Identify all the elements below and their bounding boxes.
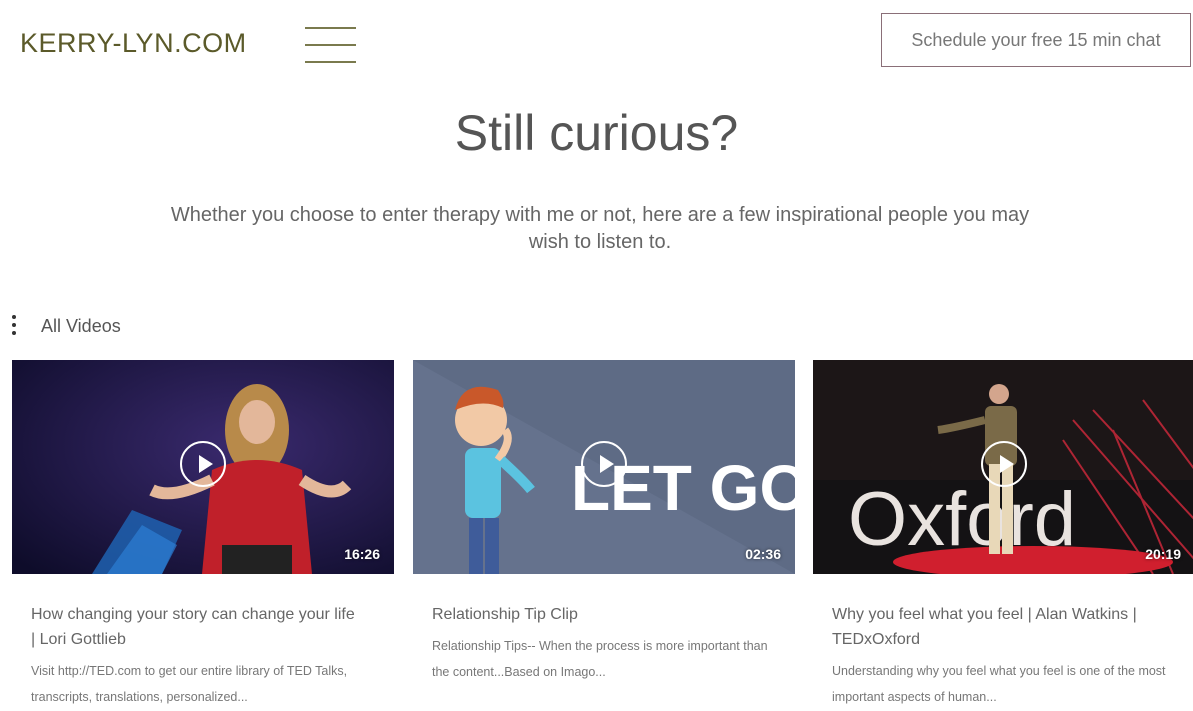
menu-icon[interactable] bbox=[305, 27, 356, 63]
video-description: Relationship Tips-- When the process is … bbox=[432, 639, 768, 679]
site-logo[interactable]: KERRY-LYN.COM bbox=[20, 28, 247, 59]
play-icon[interactable] bbox=[180, 441, 226, 487]
video-card: LET GO 02:36 Relationship Tip Clip Relat… bbox=[413, 360, 795, 685]
play-icon[interactable] bbox=[981, 441, 1027, 487]
more-options-icon[interactable] bbox=[9, 315, 19, 337]
video-card: Oxford 20:19 Why you feel what you feel … bbox=[813, 360, 1193, 710]
video-duration: 02:36 bbox=[745, 546, 781, 562]
play-icon[interactable] bbox=[581, 441, 627, 487]
video-duration: 16:26 bbox=[344, 546, 380, 562]
video-thumbnail[interactable]: 16:26 bbox=[12, 360, 394, 574]
video-thumbnail[interactable]: Oxford 20:19 bbox=[813, 360, 1193, 574]
video-card: 16:26 How changing your story can change… bbox=[12, 360, 394, 710]
video-description: Visit http://TED.com to get our entire l… bbox=[31, 664, 348, 704]
video-title[interactable]: How changing your story can change your … bbox=[31, 602, 361, 652]
page-title: Still curious? bbox=[454, 105, 739, 161]
video-duration: 20:19 bbox=[1145, 546, 1181, 562]
all-videos-label[interactable]: All Videos bbox=[41, 316, 121, 337]
page-subtitle: Whether you choose to enter therapy with… bbox=[170, 204, 1030, 253]
video-title[interactable]: Why you feel what you feel | Alan Watkin… bbox=[832, 602, 1162, 652]
video-description: Understanding why you feel what you feel… bbox=[832, 664, 1166, 704]
schedule-chat-button[interactable]: Schedule your free 15 min chat bbox=[881, 13, 1191, 67]
video-title[interactable]: Relationship Tip Clip bbox=[432, 602, 762, 627]
video-thumbnail[interactable]: LET GO 02:36 bbox=[413, 360, 795, 574]
